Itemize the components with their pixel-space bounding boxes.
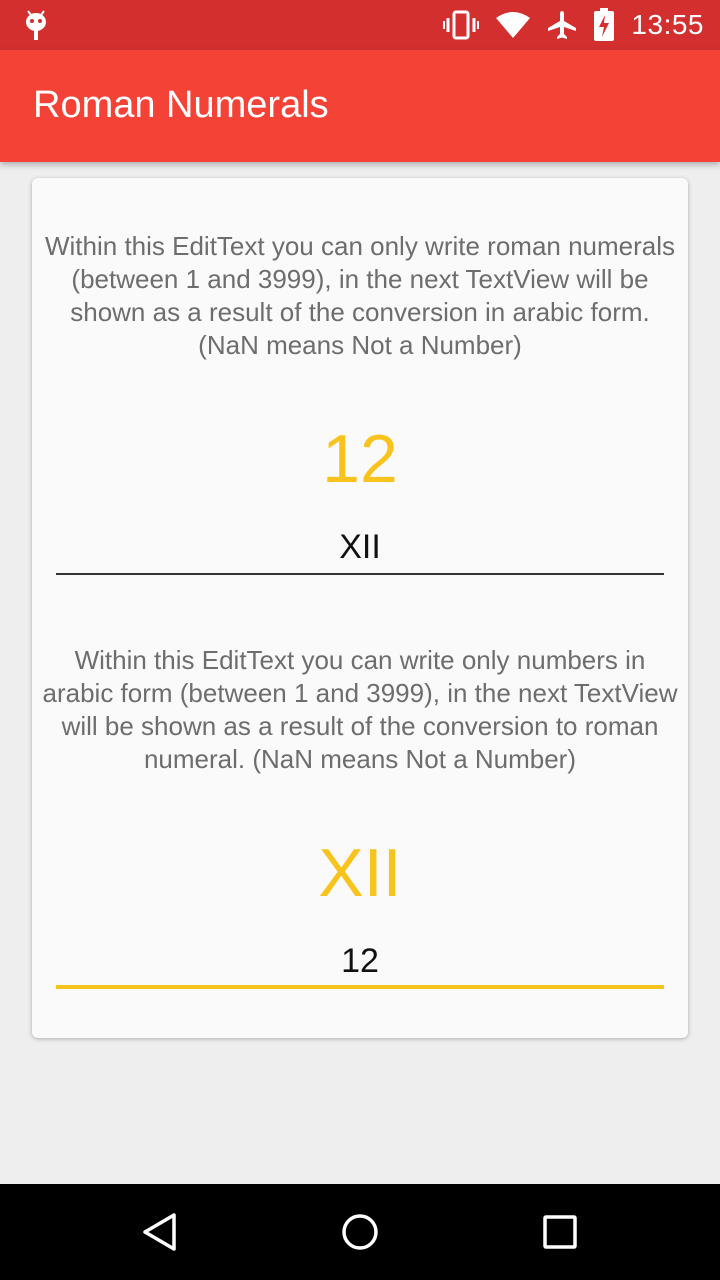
navigation-bar [0,1184,720,1280]
status-time: 13:55 [631,9,704,40]
battery-charging-icon [594,8,615,41]
roman-description: Within this EditText you can only write … [44,231,676,360]
status-bar: 13:55 [0,0,720,50]
app-bar: Roman Numerals [0,50,720,162]
arabic-result: 12 [322,421,398,497]
app-title: Roman Numerals [33,84,329,126]
back-icon[interactable] [140,1212,180,1252]
arabic-input-underline [56,985,664,989]
vibrate-icon [443,10,480,40]
arabic-description: Within this EditText you can write only … [42,645,678,774]
arabic-input[interactable]: 12 [56,933,664,989]
airplane-icon [548,11,577,39]
roman-result: XII [318,835,402,911]
android-debug-icon [26,10,46,40]
wifi-icon [496,12,531,38]
converter-card: Within this EditText you can only write … [32,178,688,1038]
home-icon[interactable] [340,1212,380,1252]
arabic-input-value: 12 [341,942,379,980]
roman-input-underline [56,573,664,575]
roman-input-value: XII [339,528,381,566]
roman-input[interactable]: XII [56,519,664,575]
recents-icon[interactable] [540,1212,580,1252]
